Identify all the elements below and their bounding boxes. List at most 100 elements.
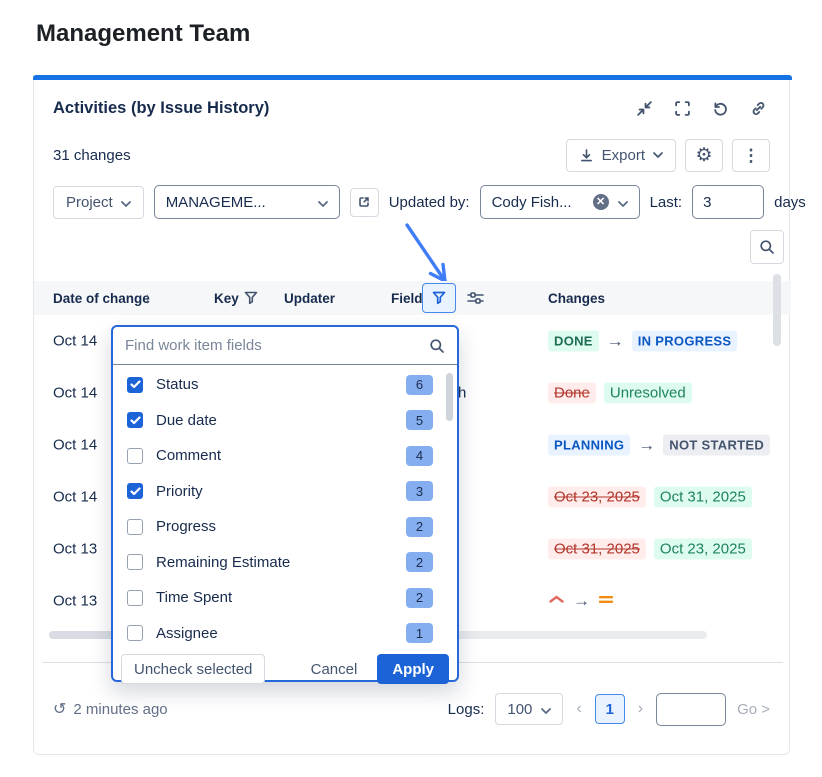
link-icon[interactable] [750,100,767,117]
date-cell: Oct 14 [53,437,97,454]
added-value: Oct 23, 2025 [654,539,752,560]
checkbox-checked[interactable] [127,377,143,393]
search-icon [429,338,445,354]
chevron-down-icon [618,194,628,211]
project-filter-label: Project [66,194,113,211]
gear-icon: ⚙ [695,146,712,165]
checkbox-unchecked[interactable] [127,554,143,570]
widget-header-icons [636,100,767,117]
last-label: Last: [650,194,683,211]
subheader-actions: Export ⚙ ⋮ [566,139,770,172]
column-header-key: Key [214,281,239,315]
field-option-assignee[interactable]: Assignee 1 [113,616,457,652]
table-search-button[interactable] [750,230,784,264]
last-refresh-info[interactable]: ↺ 2 minutes ago [53,699,168,719]
date-cell: Oct 14 [53,333,97,350]
added-value: Unresolved [604,383,692,404]
more-options-button[interactable]: ⋮ [732,139,770,172]
added-value: Oct 31, 2025 [654,487,752,508]
apply-button[interactable]: Apply [377,654,449,684]
fullscreen-icon[interactable] [674,100,691,117]
checkbox-unchecked[interactable] [127,448,143,464]
updated-by-select[interactable]: Cody Fish... ✕ [480,185,640,219]
page: Management Team Activities (by Issue His… [0,0,822,777]
field-option-progress[interactable]: Progress 2 [113,509,457,545]
chevron-down-icon [653,152,663,158]
activities-widget: Activities (by Issue History) 31 changes [33,75,790,755]
clear-filter-icon[interactable]: ✕ [593,194,609,210]
column-header-field: Field [391,281,423,315]
logs-per-page-select[interactable]: 100 [495,693,563,725]
vertical-scrollbar[interactable] [773,274,781,346]
column-header-updater: Updater [284,281,335,315]
field-option-comment[interactable]: Comment 4 [113,438,457,474]
sort-descending-icon[interactable]: ↓ [144,281,152,315]
changes-cell: Done Unresolved [548,383,692,404]
checkbox-unchecked[interactable] [127,625,143,641]
refresh-icon[interactable] [712,100,729,117]
chevron-down-icon [318,194,328,211]
chevron-down-icon [121,194,131,211]
changes-cell: Oct 23, 2025 Oct 31, 2025 [548,487,752,508]
changes-cell: → [548,591,614,611]
download-icon [579,148,594,163]
open-in-new-button[interactable] [350,188,379,217]
field-filter-icon[interactable] [422,283,456,313]
widget-footer: ↺ 2 minutes ago Logs: 100 ‹ 1 › Go > [53,689,770,729]
date-cell: Oct 13 [53,541,97,558]
collapse-icon[interactable] [636,100,653,117]
project-select[interactable]: MANAGEME... [154,185,340,219]
go-button[interactable]: Go > [737,701,770,718]
previous-page-button[interactable]: ‹ [574,700,583,718]
last-refresh-text: 2 minutes ago [73,701,167,718]
dropdown-search-input[interactable] [125,337,421,354]
field-option-status[interactable]: Status 6 [113,367,457,403]
kebab-icon: ⋮ [743,147,760,164]
uncheck-selected-button[interactable]: Uncheck selected [121,654,265,684]
field-option-time-spent[interactable]: Time Spent 2 [113,580,457,616]
count-badge: 4 [406,446,433,466]
widget-subheader: 31 changes Export ⚙ ⋮ [53,137,770,173]
widget-title: Activities (by Issue History) [53,99,269,118]
field-option-priority[interactable]: Priority 3 [113,474,457,510]
count-badge: 6 [406,375,433,395]
status-badge-from: DONE [548,331,599,352]
key-filter-icon[interactable] [244,281,258,315]
updated-by-value: Cody Fish... [492,194,572,211]
checkbox-checked[interactable] [127,412,143,428]
current-page-button[interactable]: 1 [595,694,625,724]
count-badge: 2 [406,588,433,608]
date-cell: Oct 14 [53,385,97,402]
checkbox-unchecked[interactable] [127,590,143,606]
removed-value: Done [548,383,596,404]
column-header-changes: Changes [548,281,605,315]
go-to-page-input[interactable] [656,693,726,726]
dropdown-footer: Uncheck selected Cancel Apply [113,651,457,687]
transition-arrow-icon: → [638,435,655,455]
transition-arrow-icon: → [607,331,624,351]
last-days-input[interactable] [692,185,764,219]
column-settings-icon[interactable] [466,281,485,315]
dropdown-search-row [113,327,457,365]
checkbox-checked[interactable] [127,483,143,499]
field-filter-dropdown: Status 6 Due date 5 Comment 4 Priority 3 [111,325,459,682]
dropdown-scrollbar[interactable] [446,373,453,421]
field-option-due-date[interactable]: Due date 5 [113,403,457,439]
high-priority-icon [548,592,565,610]
checkbox-unchecked[interactable] [127,519,143,535]
field-option-remaining-estimate[interactable]: Remaining Estimate 2 [113,545,457,581]
search-icon [759,239,775,255]
cancel-button[interactable]: Cancel [305,661,364,678]
export-button[interactable]: Export [566,139,676,172]
status-badge-from: PLANNING [548,435,630,456]
removed-value: Oct 23, 2025 [548,487,646,508]
export-label: Export [602,147,645,164]
changes-cell: PLANNING → NOT STARTED [548,435,770,456]
project-filter-button[interactable]: Project [53,186,144,219]
count-badge: 5 [406,410,433,430]
next-page-button[interactable]: › [636,700,645,718]
refresh-icon: ↺ [53,699,66,719]
page-title: Management Team [36,20,250,48]
settings-button[interactable]: ⚙ [685,139,723,172]
filter-row: Project MANAGEME... Updated by: Cody Fis… [53,185,806,219]
